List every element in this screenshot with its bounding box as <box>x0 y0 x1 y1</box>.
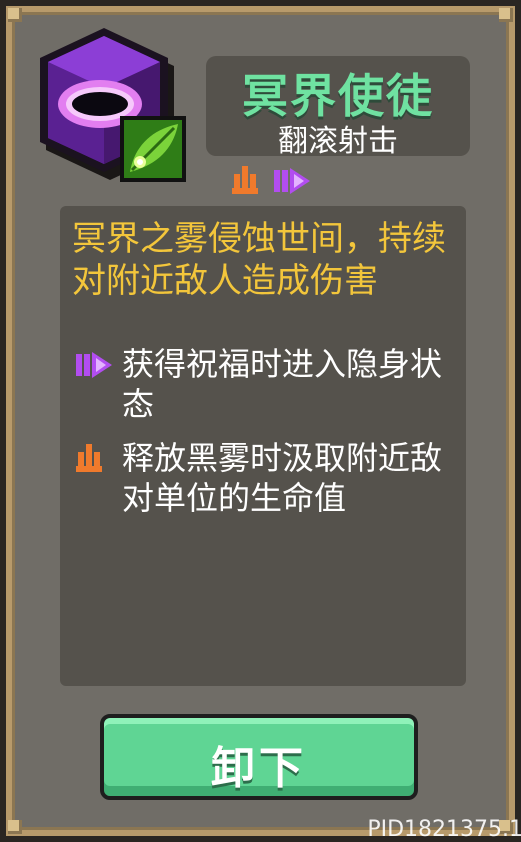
effect-item: 获得祝福时进入隐身状态 <box>72 344 452 430</box>
tag-icons <box>230 164 320 198</box>
green-leaf-skill-icon <box>120 116 186 182</box>
orange-flame-icon <box>232 166 258 194</box>
frame-corner <box>8 8 22 22</box>
purple-dash-icon <box>274 168 310 194</box>
effect-text: 释放黑雾时汲取附近敌对单位的生命值 <box>122 439 443 517</box>
item-title-box: 冥界使徒 翻滚射击 <box>206 56 470 159</box>
item-icon <box>40 28 190 188</box>
frame-corner <box>499 8 513 22</box>
effect-item: 释放黑雾时汲取附近敌对单位的生命值 <box>72 438 452 568</box>
orange-flame-icon <box>76 444 102 472</box>
frame-corner <box>8 820 22 834</box>
effect-text: 获得祝福时进入隐身状态 <box>122 345 443 423</box>
unequip-button[interactable]: 卸下 <box>100 714 418 800</box>
description-text: 冥界之雾侵蚀世间，持续对附近敌人造成伤害 <box>72 219 446 301</box>
unequip-button-label: 卸下 <box>211 743 307 794</box>
purple-dash-icon <box>76 352 112 378</box>
description-box: 冥界之雾侵蚀世间，持续对附近敌人造成伤害 获得祝福时进入隐身状态 释放黑雾时汲取… <box>60 206 466 686</box>
skill-name: 翻滚射击 <box>278 124 398 159</box>
watermark-text: PID1821375.1 <box>367 817 521 842</box>
